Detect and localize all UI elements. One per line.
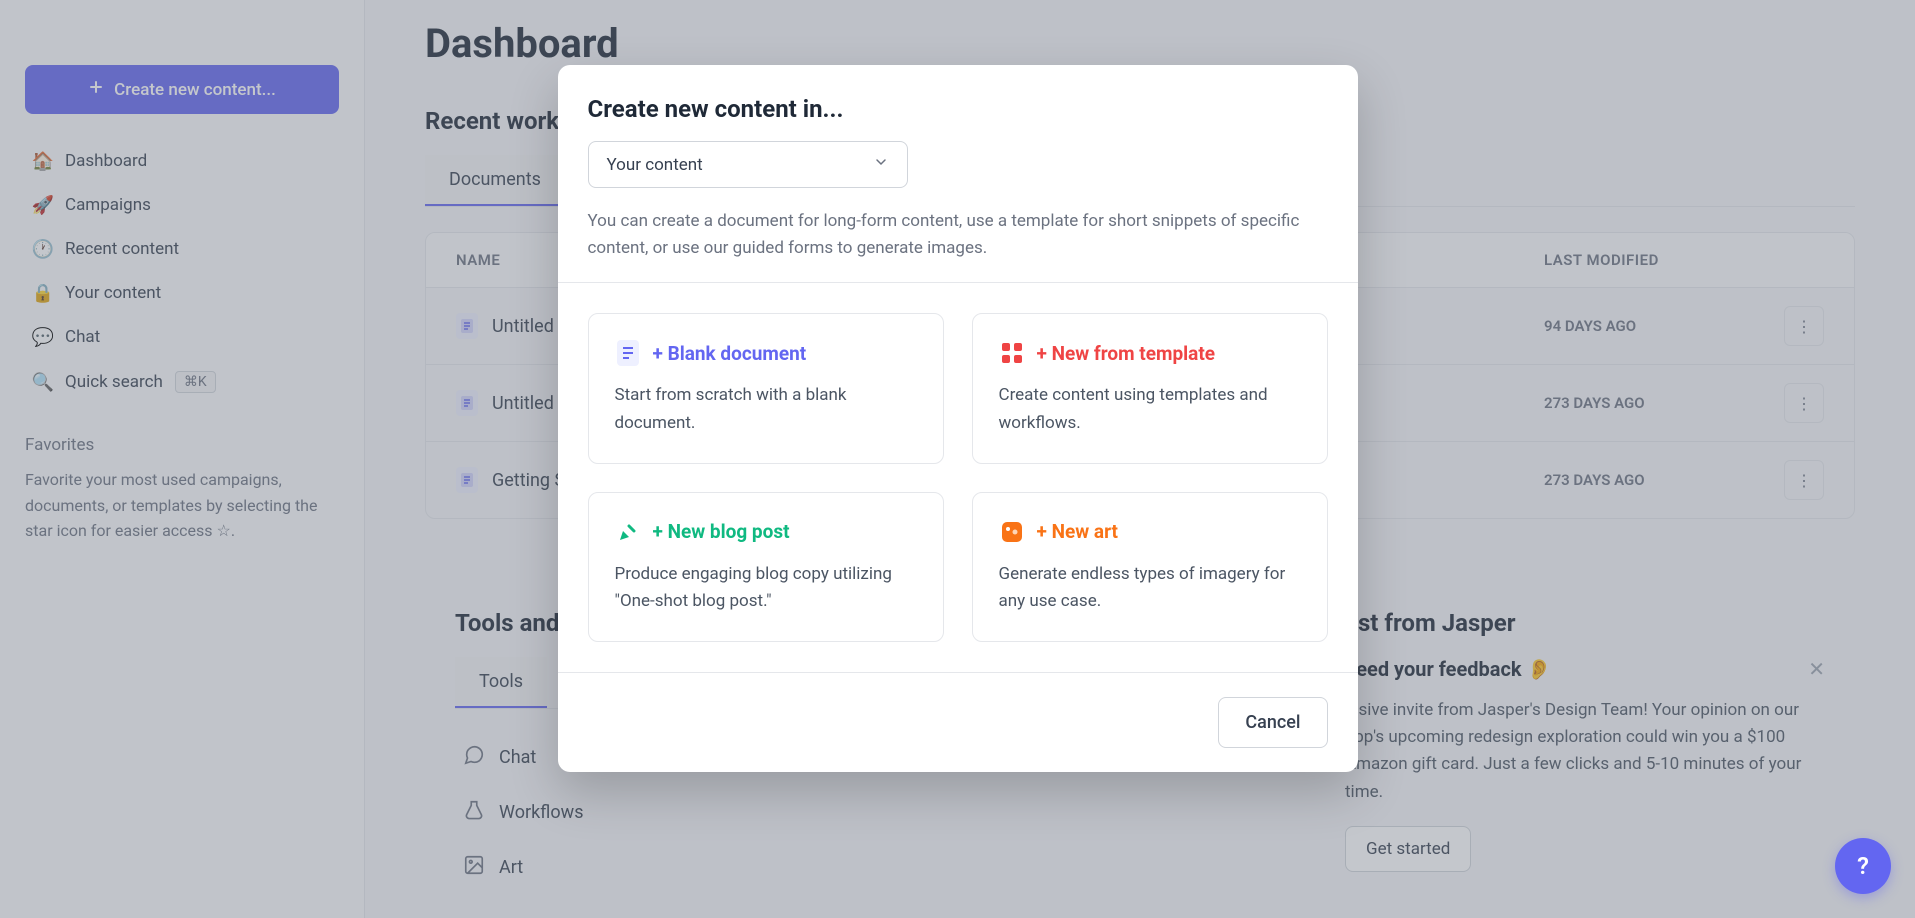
cancel-button[interactable]: Cancel: [1218, 697, 1327, 748]
modal-title: Create new content in...: [588, 95, 1328, 123]
option-header: + Blank document: [615, 340, 917, 366]
option-header: + New art: [999, 519, 1301, 545]
option-description: Start from scratch with a blank document…: [615, 382, 917, 436]
option-art[interactable]: + New art Generate endless types of imag…: [972, 492, 1328, 642]
content-options-grid: + Blank document Start from scratch with…: [558, 283, 1358, 672]
content-location-dropdown[interactable]: Your content: [588, 141, 908, 188]
option-blog-post[interactable]: + New blog post Produce engaging blog co…: [588, 492, 944, 642]
option-template[interactable]: + New from template Create content using…: [972, 313, 1328, 463]
grid-icon: [999, 340, 1025, 366]
option-header: + New blog post: [615, 519, 917, 545]
option-title: + Blank document: [653, 342, 807, 365]
option-title: + New art: [1037, 520, 1118, 543]
modal-footer: Cancel: [558, 672, 1358, 772]
modal-header: Create new content in... Your content Yo…: [558, 65, 1358, 282]
pen-icon: [615, 519, 641, 545]
modal-description: You can create a document for long-form …: [588, 208, 1328, 262]
option-description: Generate endless types of imagery for an…: [999, 561, 1301, 615]
create-content-modal: Create new content in... Your content Yo…: [558, 65, 1358, 772]
palette-icon: [999, 519, 1025, 545]
option-title: + New blog post: [653, 520, 790, 543]
option-title: + New from template: [1037, 342, 1216, 365]
help-button[interactable]: ?: [1835, 838, 1891, 894]
document-icon: [615, 340, 641, 366]
option-description: Create content using templates and workf…: [999, 382, 1301, 436]
option-description: Produce engaging blog copy utilizing "On…: [615, 561, 917, 615]
option-blank-document[interactable]: + Blank document Start from scratch with…: [588, 313, 944, 463]
modal-overlay[interactable]: Create new content in... Your content Yo…: [0, 0, 1915, 918]
question-icon: ?: [1857, 852, 1869, 880]
option-header: + New from template: [999, 340, 1301, 366]
dropdown-value: Your content: [607, 155, 703, 175]
chevron-down-icon: [873, 154, 889, 175]
